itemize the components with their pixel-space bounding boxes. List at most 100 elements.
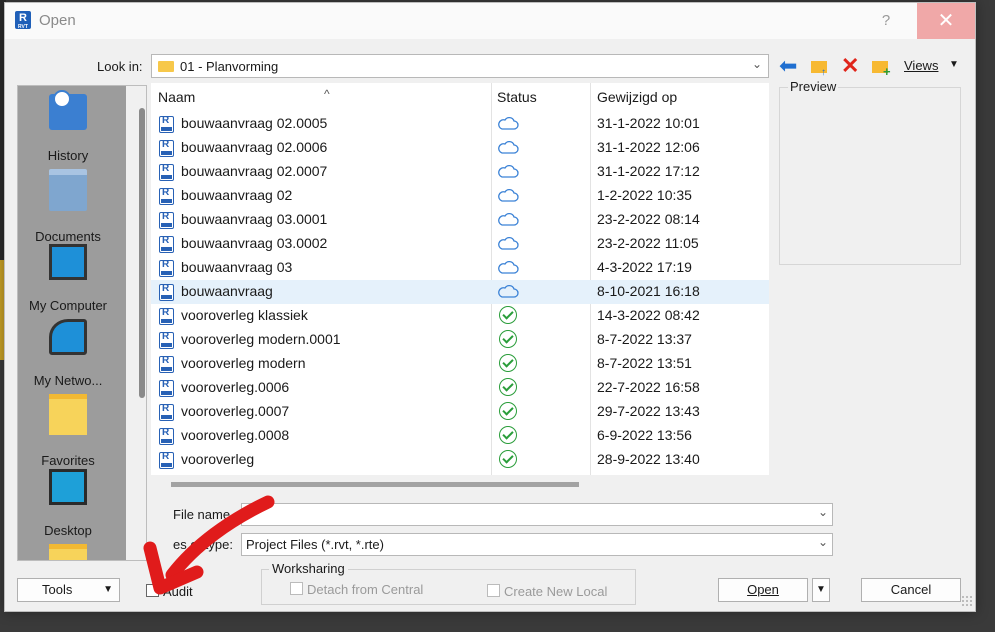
file-row[interactable]: vooroverleg.0008 6-9-2022 13:56 [151, 424, 769, 448]
folder-icon [158, 61, 174, 72]
cancel-button[interactable]: Cancel [861, 578, 961, 602]
synced-check-icon [499, 306, 517, 324]
look-in-label: Look in: [97, 59, 143, 74]
file-date: 14-3-2022 08:42 [597, 307, 700, 323]
chevron-down-icon[interactable]: ⌄ [818, 505, 828, 519]
tools-button[interactable]: Tools ▼ [17, 578, 120, 602]
file-row[interactable]: vooroverleg modern.0001 8-7-2022 13:37 [151, 328, 769, 352]
file-name: vooroverleg.0006 [181, 379, 290, 395]
revit-app-icon: R RVT [15, 11, 31, 30]
file-date: 8-7-2022 13:51 [597, 355, 692, 371]
places-scroll-thumb[interactable] [139, 108, 145, 398]
rvt-file-icon [159, 139, 174, 157]
horizontal-scroll-thumb[interactable] [171, 482, 579, 487]
file-name: vooroverleg [181, 451, 255, 467]
file-row[interactable]: vooroverleg.0007 29-7-2022 13:43 [151, 400, 769, 424]
file-row[interactable]: bouwaanvraag 02.0005 31-1-2022 10:01 [151, 112, 769, 136]
file-name: bouwaanvraag 03 [181, 259, 293, 275]
place-history[interactable]: History [18, 90, 118, 163]
delete-icon[interactable]: ✕ [841, 55, 863, 77]
file-name: bouwaanvraag [181, 283, 273, 299]
file-name: vooroverleg modern [181, 355, 306, 371]
views-chevron-icon[interactable]: ▼ [949, 59, 959, 70]
file-row[interactable]: bouwaanvraag 8-10-2021 16:18 [151, 280, 769, 304]
cloud-icon [497, 236, 519, 250]
views-menu-button[interactable]: Views [904, 58, 938, 73]
rvt-file-icon [159, 355, 174, 373]
file-date: 31-1-2022 12:06 [597, 139, 700, 155]
cloud-icon [497, 140, 519, 154]
favorites-folder-icon [49, 394, 87, 435]
file-row[interactable]: bouwaanvraag 02.0006 31-1-2022 12:06 [151, 136, 769, 160]
cloud-icon [497, 188, 519, 202]
file-row[interactable]: vooroverleg.0006 22-7-2022 16:58 [151, 376, 769, 400]
column-header-name[interactable]: Naam ^ [158, 87, 330, 105]
file-row[interactable]: bouwaanvraag 03 4-3-2022 17:19 [151, 256, 769, 280]
column-header-date[interactable]: Gewijzigd op [597, 89, 677, 105]
rvt-file-icon [159, 283, 174, 301]
rvt-file-icon [159, 211, 174, 229]
tools-dropdown-icon[interactable]: ▼ [103, 579, 113, 601]
file-type-label: es of type: [173, 537, 233, 552]
synced-check-icon [499, 330, 517, 348]
file-name: vooroverleg.0008 [181, 427, 290, 443]
horizontal-scrollbar[interactable] [151, 475, 769, 491]
detach-from-central-checkbox[interactable] [290, 582, 303, 595]
new-folder-icon[interactable]: + [871, 57, 893, 79]
documents-icon [49, 169, 87, 211]
create-new-local-checkbox[interactable] [487, 584, 500, 597]
file-row[interactable]: bouwaanvraag 03.0002 23-2-2022 11:05 [151, 232, 769, 256]
file-date: 31-1-2022 17:12 [597, 163, 700, 179]
file-row[interactable]: bouwaanvraag 03.0001 23-2-2022 08:14 [151, 208, 769, 232]
file-name-label: File name [173, 507, 231, 522]
file-row[interactable]: vooroverleg 28-9-2022 13:40 [151, 448, 769, 472]
place-favorites[interactable]: Favorites [18, 394, 118, 468]
detach-from-central-label: Detach from Central [307, 582, 424, 597]
file-name-input[interactable]: ⌄ [241, 503, 833, 526]
file-type-dropdown[interactable]: Project Files (*.rvt, *.rte) ⌄ [241, 533, 833, 556]
file-date: 8-10-2021 16:18 [597, 283, 700, 299]
rvt-file-icon [159, 451, 174, 469]
cloud-icon [497, 116, 519, 130]
close-button[interactable]: ✕ [917, 3, 975, 39]
preview-label: Preview [788, 79, 839, 94]
file-name: bouwaanvraag 02 [181, 187, 293, 203]
column-header-status[interactable]: Status [497, 89, 537, 105]
audit-checkbox[interactable] [146, 584, 159, 597]
file-row[interactable]: vooroverleg klassiek 14-3-2022 08:42 [151, 304, 769, 328]
place-documents[interactable]: Documents [18, 169, 118, 244]
rvt-file-icon [159, 259, 174, 277]
place-my-computer[interactable]: My Computer [18, 244, 118, 313]
place-more[interactable] [18, 544, 118, 560]
resize-grip[interactable] [961, 595, 973, 607]
open-options-dropdown[interactable]: ▼ [812, 578, 830, 602]
file-date: 6-9-2022 13:56 [597, 427, 692, 443]
file-date: 8-7-2022 13:37 [597, 331, 692, 347]
dialog-title: Open [39, 12, 76, 29]
create-new-local-label: Create New Local [504, 584, 608, 599]
look-in-dropdown[interactable]: 01 - Planvorming ⌄ [151, 54, 769, 78]
rvt-file-icon [159, 379, 174, 397]
place-my-network[interactable]: My Netwo... [18, 319, 118, 388]
file-row[interactable]: bouwaanvraag 02.0007 31-1-2022 17:12 [151, 160, 769, 184]
help-button[interactable]: ? [871, 9, 901, 33]
file-name: vooroverleg klassiek [181, 307, 308, 323]
desktop-icon [49, 469, 87, 505]
place-desktop[interactable]: Desktop [18, 469, 118, 538]
file-row[interactable]: bouwaanvraag 02 1-2-2022 10:35 [151, 184, 769, 208]
file-date: 31-1-2022 10:01 [597, 115, 700, 131]
file-list: Naam^ Status Gewijzigd op bouwaanvraag 0… [151, 83, 769, 475]
file-date: 28-9-2022 13:40 [597, 451, 700, 467]
file-date: 29-7-2022 13:43 [597, 403, 700, 419]
open-dialog: R RVT Open ? ✕ Look in: 01 - Planvorming … [4, 2, 976, 612]
up-folder-icon[interactable]: ↑ [809, 57, 831, 78]
open-button[interactable]: Open [718, 578, 808, 602]
rvt-file-icon [159, 331, 174, 349]
rvt-file-icon [159, 403, 174, 421]
sort-ascending-icon: ^ [324, 87, 330, 101]
chevron-down-icon[interactable]: ⌄ [818, 535, 828, 549]
file-name: bouwaanvraag 03.0001 [181, 211, 328, 227]
file-row[interactable]: vooroverleg modern 8-7-2022 13:51 [151, 352, 769, 376]
back-arrow-icon[interactable]: ⬅ [779, 55, 801, 77]
rvt-file-icon [159, 163, 174, 181]
